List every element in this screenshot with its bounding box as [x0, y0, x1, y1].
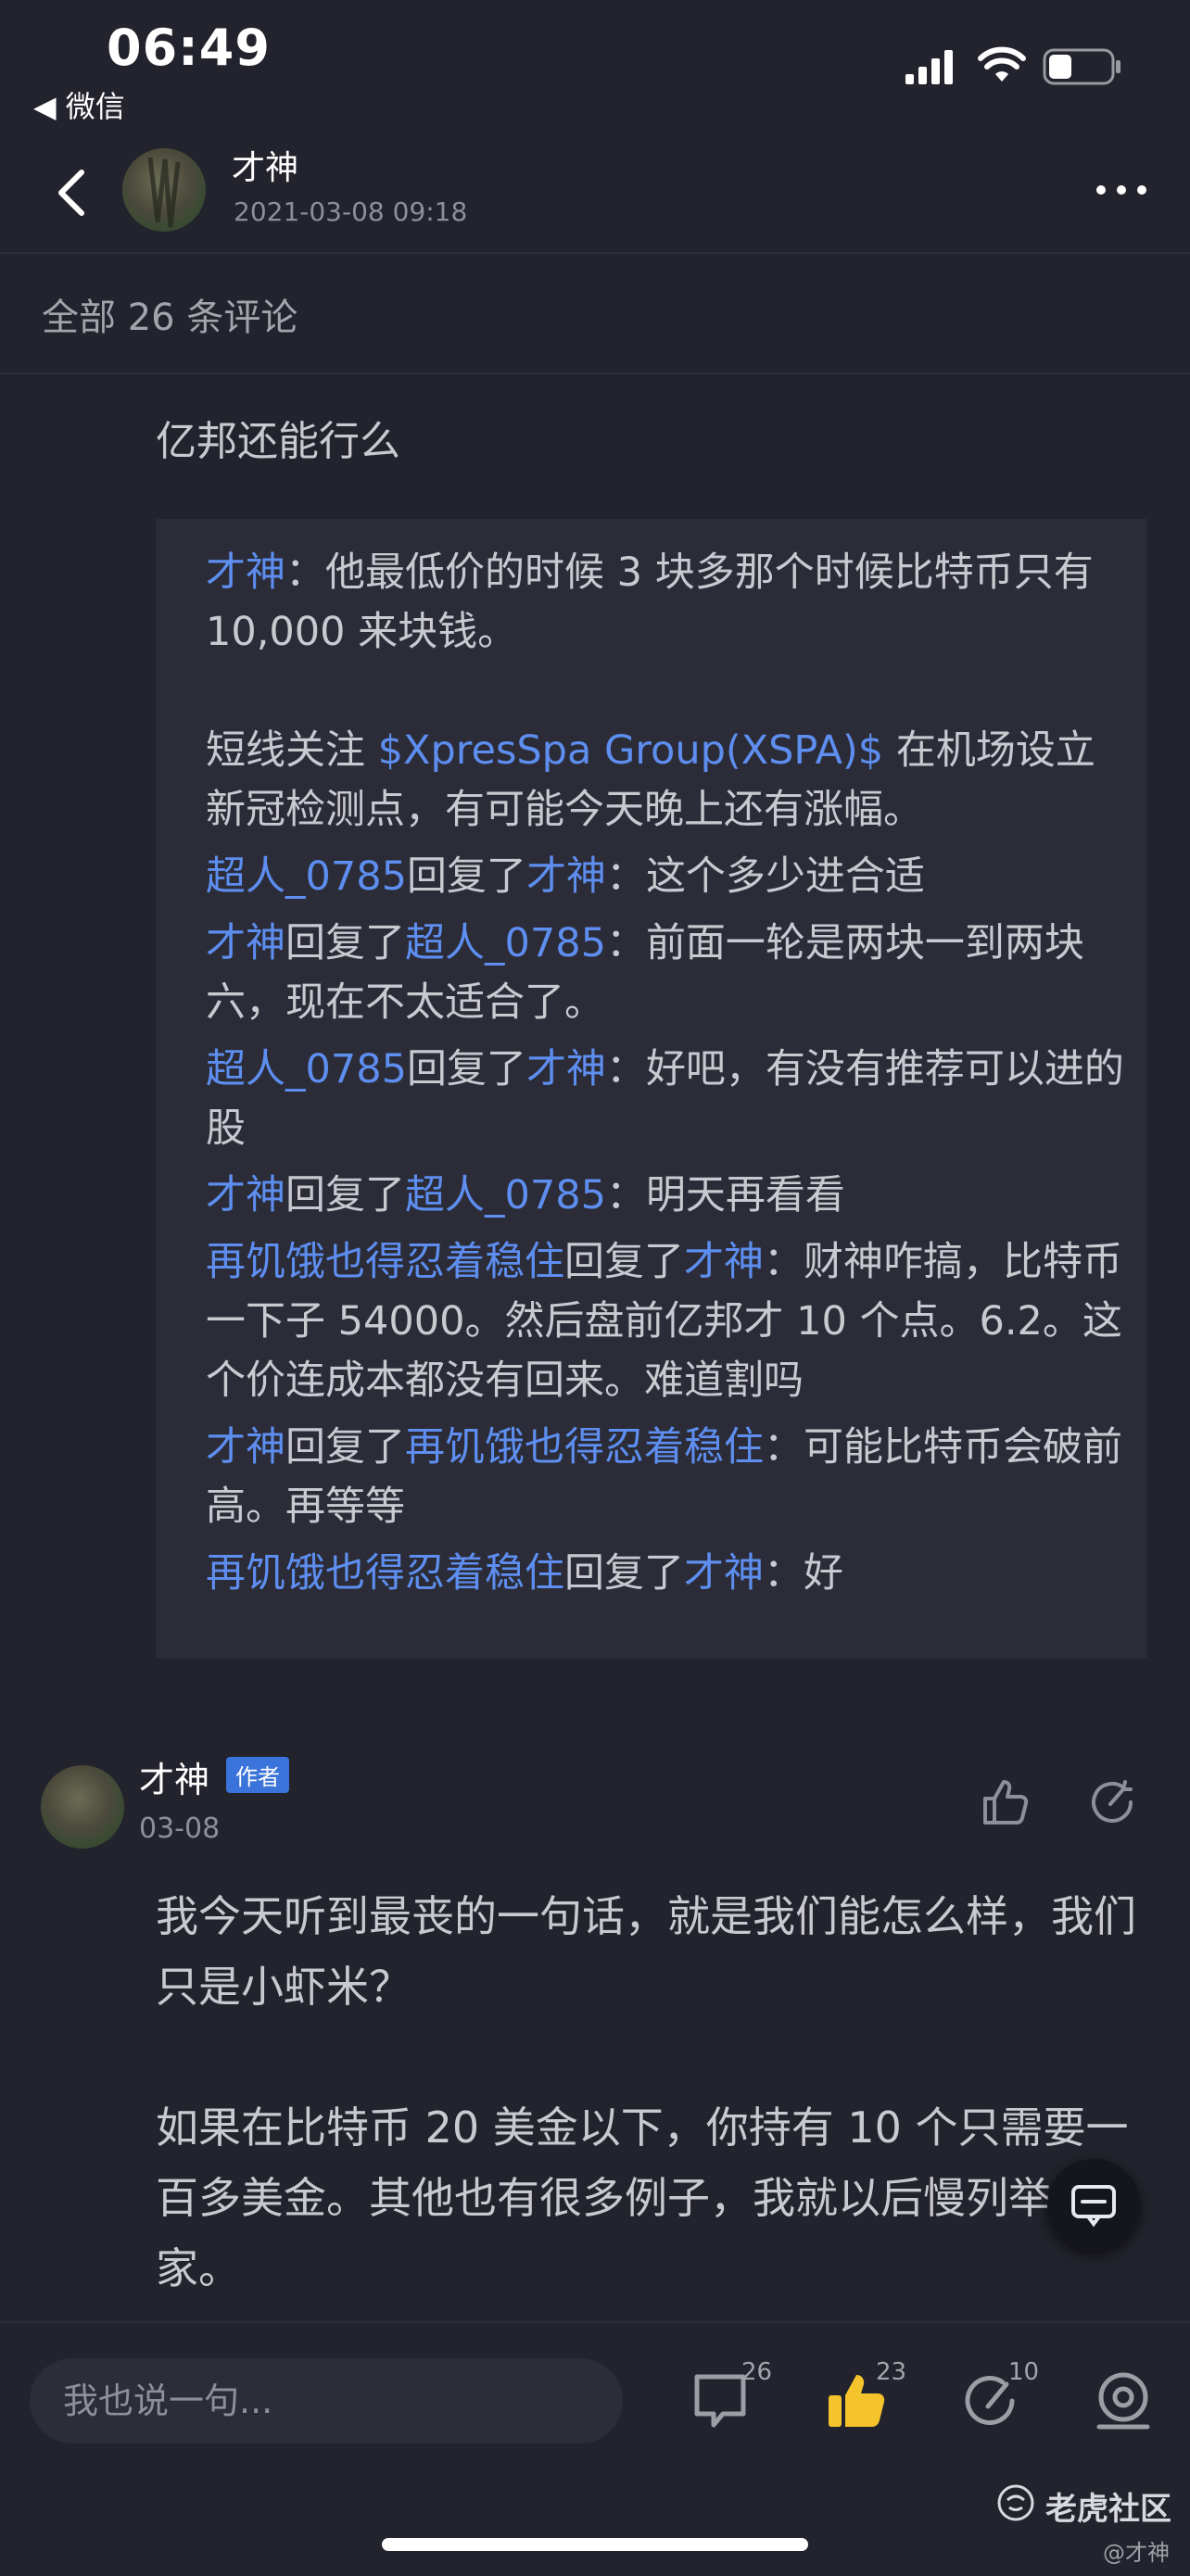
reply-item: 才神回复了超人_0785：前面一轮是两块一到两块六，现在不太适合了。 [206, 920, 1084, 1026]
author-badge: 作者 [226, 1757, 289, 1793]
reply-author[interactable]: 才神 [206, 1172, 285, 1219]
back-arrow-icon[interactable] [46, 165, 102, 221]
floating-comment-button[interactable] [1047, 2159, 1140, 2252]
reply-target[interactable]: 再饥饿也得忍着稳住 [405, 1424, 764, 1471]
reply-author[interactable]: 超人_0785 [206, 853, 407, 900]
battery-icon [1043, 48, 1120, 85]
reply-author[interactable]: 超人_0785 [206, 1046, 407, 1092]
tiger-community-logo-icon [997, 2484, 1034, 2521]
reply-item: 再饥饿也得忍着稳住回复了才神：好 [206, 1550, 843, 1597]
section-divider [0, 373, 1190, 374]
comment-date: 03-08 [139, 1812, 221, 1845]
commenter-avatar[interactable] [41, 1765, 124, 1849]
thumbs-up-icon[interactable] [978, 1774, 1033, 1830]
quoted-question: 亿邦还能行么 [156, 418, 400, 465]
author-avatar[interactable] [122, 148, 206, 232]
reply-author[interactable]: 才神 [206, 549, 285, 596]
reply-author[interactable]: 才神 [206, 920, 285, 966]
home-indicator[interactable] [382, 2538, 808, 2551]
reply-item: 才神回复了再饥饿也得忍着稳住：可能比特币会破前高。再等等 [206, 1424, 1122, 1530]
commenter-name[interactable]: 才神 [139, 1751, 209, 1802]
reply-author[interactable]: 再饥饿也得忍着稳住 [206, 1239, 564, 1285]
author-name[interactable]: 才神 [232, 141, 298, 189]
post-timestamp: 2021-03-08 09:18 [234, 196, 468, 227]
reply-target[interactable]: 才神 [684, 1239, 764, 1285]
watch-icon[interactable] [1090, 2368, 1157, 2434]
likes-count: 23 [876, 2358, 907, 2386]
reply-item: 超人_0785回复了才神：这个多少进合适 [206, 853, 925, 900]
comments-count-label: 全部 26 条评论 [42, 297, 298, 339]
reply-item: 再饥饿也得忍着稳住回复了才神：财神咋搞，比特币一下子 54000。然后盘前亿邦才… [206, 1239, 1122, 1404]
reply-item: 才神回复了超人_0785：明天再看看 [206, 1172, 845, 1219]
reply-target[interactable]: 才神 [526, 1046, 606, 1092]
watermark: @才神 [1103, 2540, 1170, 2566]
signal-icon [905, 50, 953, 84]
reply-item: 才神：他最低价的时候 3 块多那个时候比特币只有 10,000 来块钱。 [206, 549, 1094, 655]
reply-thread: 才神：他最低价的时候 3 块多那个时候比特币只有 10,000 来块钱。 短线关… [156, 519, 1147, 1659]
comment-body: 我今天听到最丧的一句话，就是我们能怎么样，我们只是小虾米？ 如果在比特币 20 … [156, 1881, 1157, 2304]
reply-text: 他最低价的时候 3 块多那个时候比特币只有 10,000 来块钱。 [206, 549, 1094, 655]
share-icon[interactable] [1084, 1774, 1140, 1830]
brand-name: 老虎社区 [1045, 2491, 1171, 2528]
comments-count: 26 [741, 2358, 773, 2386]
stock-ticker-link[interactable]: $XpresSpa Group(XSPA)$ [378, 727, 883, 774]
comment-paragraph: 如果在比特币 20 美金以下，你持有 10 个只需要一百多美金。其他也有很多例子… [156, 2102, 1136, 2293]
comment-input[interactable]: 我也说一句... [30, 2358, 623, 2443]
comment-icon [1071, 2185, 1116, 2228]
wifi-icon [978, 46, 1026, 82]
reply-author[interactable]: 才神 [206, 1424, 285, 1471]
shares-count: 10 [1008, 2358, 1040, 2386]
comment-paragraph: 我今天听到最丧的一句话，就是我们能怎么样，我们只是小虾米？ [156, 1891, 1136, 2012]
reply-target[interactable]: 才神 [684, 1550, 764, 1597]
reply-target[interactable]: 超人_0785 [405, 920, 606, 966]
reply-target[interactable]: 超人_0785 [405, 1172, 606, 1219]
reply-item: 超人_0785回复了才神：好吧，有没有推荐可以进的股 [206, 1046, 1124, 1152]
back-to-wechat[interactable]: ◀ 微信 [33, 83, 125, 126]
header-divider [0, 252, 1190, 254]
more-options-icon[interactable] [1094, 181, 1149, 199]
reply-target[interactable]: 才神 [526, 853, 606, 900]
reply-item: 短线关注 $XpresSpa Group(XSPA)$ 在机场设立新冠检测点，有… [206, 727, 1095, 833]
reply-author[interactable]: 再饥饿也得忍着稳住 [206, 1550, 564, 1597]
status-time: 06:49 [107, 19, 271, 77]
